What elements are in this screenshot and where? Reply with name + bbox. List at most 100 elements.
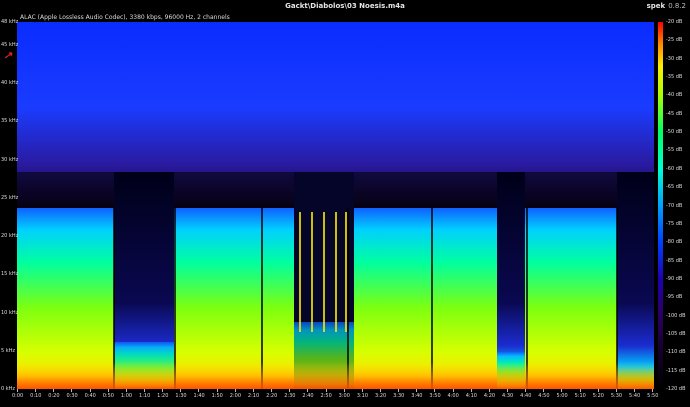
time-tick <box>144 389 146 392</box>
time-tick-label: 2:20 <box>266 393 278 399</box>
freq-tick-label: 15 kHz <box>1 271 19 278</box>
time-tick <box>234 389 236 392</box>
freq-tick-label: 40 kHz <box>1 80 19 87</box>
app-brand: spek 0.8.2 <box>647 2 686 10</box>
time-tick <box>452 389 454 392</box>
time-tick-label: 2:10 <box>247 393 260 399</box>
time-tick <box>488 389 490 392</box>
time-tick-label: 1:20 <box>157 393 169 399</box>
time-tick <box>434 389 436 392</box>
db-tick-label: -30 dB <box>666 55 683 62</box>
db-tick-label: -90 dB <box>666 275 683 282</box>
db-tick-label: -40 dB <box>666 92 683 99</box>
db-tick-label: -35 dB <box>666 74 683 81</box>
time-tick-label: 1:40 <box>193 393 205 399</box>
time-tick-label: 4:10 <box>465 393 477 399</box>
file-info: ALAC (Apple Lossless Audio Codec), 3380 … <box>20 14 230 21</box>
db-tick-label: -80 dB <box>666 239 683 246</box>
time-tick-label: 5:30 <box>610 393 623 399</box>
time-tick <box>543 389 545 392</box>
time-tick-label: 5:20 <box>592 393 604 399</box>
time-tick <box>289 389 291 392</box>
time-tick <box>634 389 636 392</box>
freq-tick-label: 0 kHz <box>1 386 16 392</box>
app-version: 0.8.2 <box>668 2 686 10</box>
time-tick-label: 2:30 <box>284 393 296 399</box>
app-name: spek <box>646 2 666 10</box>
freq-tick-label: 48 kHz <box>1 19 19 25</box>
time-tick-label: 3:30 <box>393 393 405 399</box>
spectrogram-plot[interactable] <box>17 22 654 389</box>
time-tick-label: 2:40 <box>302 393 314 399</box>
window-title: Gackt\Diabolos\03 Noesis.m4a <box>285 2 405 10</box>
time-tick-label: 3:40 <box>411 393 423 399</box>
time-tick-label: 5:10 <box>574 393 586 399</box>
time-tick-label: 4:00 <box>447 393 459 399</box>
time-tick <box>325 389 327 392</box>
spectrogram-canvas <box>17 22 654 389</box>
freq-tick-label: 20 kHz <box>1 233 19 240</box>
time-tick <box>398 389 400 392</box>
db-tick-label: -115 dB <box>666 367 686 374</box>
decibel-colorbar <box>658 22 663 389</box>
freq-tick-label: 35 kHz <box>1 118 19 125</box>
freq-tick-label: 45 kHz <box>1 41 19 48</box>
time-tick <box>198 389 200 392</box>
time-tick-label: 1:50 <box>211 393 223 399</box>
time-tick <box>597 389 599 392</box>
time-tick-label: 4:20 <box>483 393 496 399</box>
time-tick <box>561 389 563 392</box>
time-tick <box>343 389 345 392</box>
db-tick-label: -65 dB <box>666 184 683 191</box>
time-tick-label: 5:50 <box>647 393 659 399</box>
time-tick-label: 2:50 <box>320 393 332 399</box>
time-tick-label: 1:00 <box>120 393 133 399</box>
freq-tick-label: 30 kHz <box>1 156 19 163</box>
time-tick-label: 0:00 <box>12 393 24 399</box>
time-tick-label: 0:30 <box>66 393 78 399</box>
time-tick <box>89 389 91 392</box>
freq-tick-label: 10 kHz <box>1 309 19 316</box>
db-tick-label: -120 dB <box>666 386 686 392</box>
time-tick <box>361 389 363 392</box>
time-tick <box>579 389 581 392</box>
time-tick <box>271 389 273 392</box>
db-tick-label: -55 dB <box>666 147 683 154</box>
time-tick <box>17 389 18 392</box>
time-tick <box>416 389 418 392</box>
time-tick-label: 4:30 <box>502 393 514 399</box>
time-tick-label: 2:00 <box>229 393 241 399</box>
time-tick-label: 4:50 <box>538 393 550 399</box>
time-tick-label: 3:10 <box>356 393 369 399</box>
time-tick <box>162 389 164 392</box>
time-tick <box>652 389 654 392</box>
db-tick-label: -75 dB <box>666 220 683 227</box>
db-tick-label: -100 dB <box>666 312 686 319</box>
time-tick <box>507 389 508 392</box>
time-tick-label: 0:40 <box>84 393 96 399</box>
time-tick-label: 0:20 <box>48 393 60 399</box>
time-tick <box>470 389 472 392</box>
db-tick-label: -20 dB <box>666 19 683 25</box>
time-tick <box>525 389 527 392</box>
time-tick <box>53 389 55 392</box>
db-tick-label: -70 dB <box>666 202 683 209</box>
time-tick <box>35 389 37 392</box>
db-tick-label: -85 dB <box>666 257 683 264</box>
time-tick <box>307 389 309 392</box>
time-tick <box>615 389 617 392</box>
time-tick <box>180 389 182 392</box>
time-tick-label: 1:10 <box>139 393 151 399</box>
time-tick <box>216 389 218 392</box>
time-tick <box>107 389 109 392</box>
time-tick <box>379 389 381 392</box>
red-arrow-marker-icon <box>4 52 13 59</box>
db-tick-label: -60 dB <box>666 165 683 172</box>
time-tick <box>71 389 73 392</box>
time-tick-label: 0:10 <box>30 393 42 399</box>
time-tick-label: 5:40 <box>629 393 641 399</box>
db-tick-label: -45 dB <box>666 110 683 117</box>
time-tick-label: 0:50 <box>102 393 114 399</box>
time-tick <box>252 389 254 392</box>
time-tick-label: 3:00 <box>338 393 350 399</box>
